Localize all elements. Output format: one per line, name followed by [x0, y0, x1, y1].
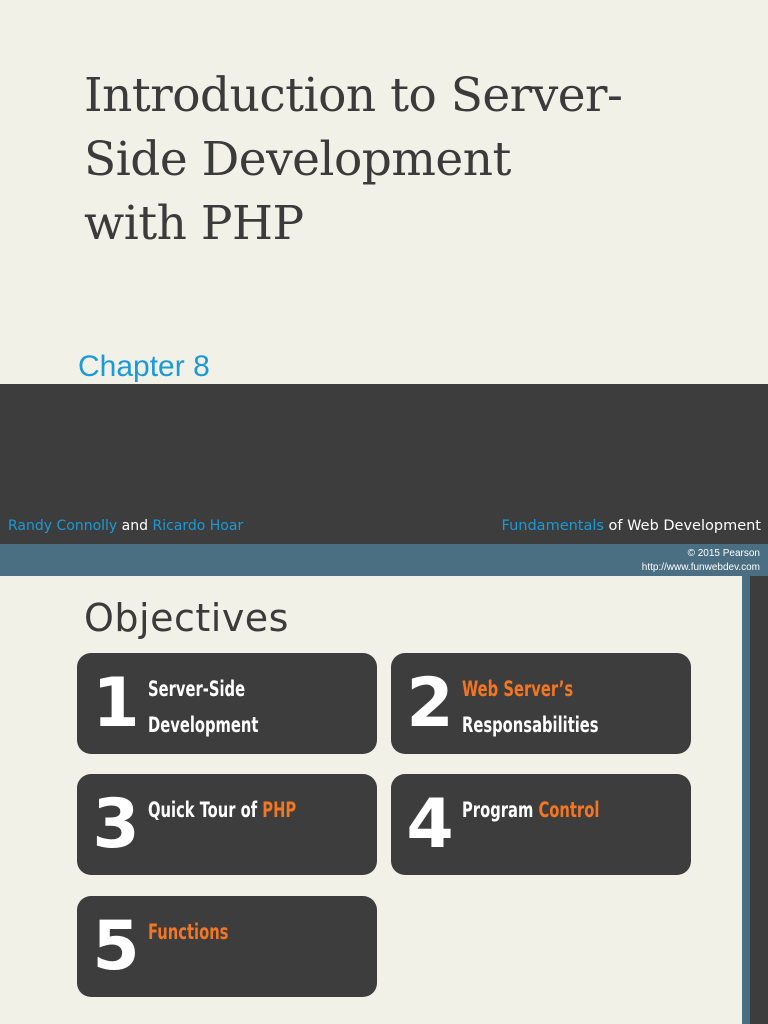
objective-text: Functions [148, 914, 366, 950]
objective-text-prefix: Program [462, 798, 539, 822]
objective-text: Web Server’s Responsabilities [462, 671, 680, 743]
objective-text-highlight: PHP [262, 798, 297, 822]
book-title-of: of [603, 518, 628, 534]
title-slide: Introduction to Server- Side Development… [0, 0, 768, 576]
chapter-label: Chapter 8 [78, 350, 210, 383]
objective-card-3: 3 Quick Tour of PHP [77, 774, 377, 875]
website-url: http://www.funwebdev.com [641, 562, 760, 573]
objective-card-2: 2 Web Server’s Responsabilities [391, 653, 691, 754]
objective-card-4: 4 Program Control [391, 774, 691, 875]
objective-number: 1 [92, 664, 140, 743]
author-2: Ricardo Hoar [152, 518, 244, 534]
slide-title: Introduction to Server- Side Development… [84, 64, 724, 256]
title-line-1: Introduction to Server- [84, 68, 623, 123]
objective-text: Server-Side Development [148, 671, 366, 743]
objectives-slide: Objectives 1 Server-Side Development 2 W… [0, 576, 768, 1024]
book-title: Fundamentals of Web Development [502, 518, 761, 534]
objective-card-5: 5 Functions [77, 896, 377, 997]
copyright-text: © 2015 Pearson [687, 548, 760, 559]
copyright-block: © 2015 Pearson http://www.funwebdev.com [642, 547, 760, 575]
objective-card-1: 1 Server-Side Development [77, 653, 377, 754]
authors-line: Randy Connolly and Ricardo Hoar [8, 518, 243, 534]
title-line-3: with PHP [84, 196, 304, 251]
objective-text-line-1: Functions [148, 920, 229, 944]
objective-text: Program Control [462, 792, 680, 828]
authors-and: and [117, 518, 153, 534]
objective-text-line-2: Responsabilities [462, 713, 599, 737]
title-line-2: Side Development [84, 132, 511, 187]
author-1: Randy Connolly [8, 518, 118, 534]
objective-text-prefix: Quick Tour of [148, 798, 263, 822]
objective-text-line-1: Server-Side [148, 677, 246, 701]
objective-number: 4 [406, 785, 454, 864]
objective-text-line-1: Quick Tour of PHP [148, 792, 366, 828]
objective-number: 5 [92, 907, 140, 986]
book-title-rest: Web Development [627, 518, 761, 534]
objective-text-line-2: Development [148, 713, 259, 737]
objective-text-highlight: Control [538, 798, 600, 822]
objective-text: Quick Tour of PHP [148, 792, 366, 828]
objective-text-line-1: Program Control [462, 792, 680, 828]
objective-number: 3 [92, 785, 140, 864]
book-title-highlight: Fundamentals [501, 518, 604, 534]
right-dark-bar [750, 576, 768, 1024]
objective-number: 2 [406, 664, 454, 743]
right-accent-bar [742, 576, 750, 1024]
objectives-heading: Objectives [84, 596, 289, 640]
objective-text-line-1: Web Server’s [462, 677, 574, 701]
